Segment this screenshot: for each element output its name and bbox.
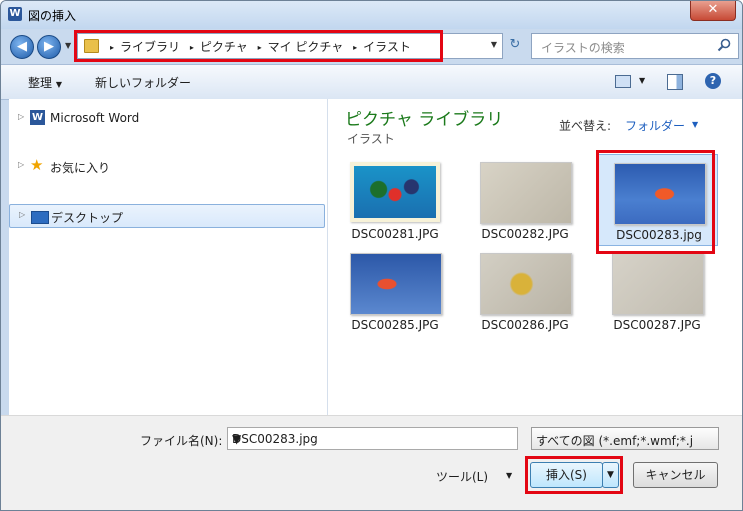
- file-name: DSC00281.JPG: [351, 227, 439, 241]
- thumbnail-highlight-frame: [596, 150, 715, 254]
- address-history-dropdown-icon[interactable]: ▼: [491, 40, 497, 49]
- arrange-by-label: 並べ替え:: [559, 119, 612, 133]
- chevron-down-icon: ▼: [55, 80, 62, 89]
- nav-item-favorites[interactable]: ▷ ★ お気に入り: [9, 155, 325, 179]
- star-icon: ★: [30, 156, 44, 174]
- word-app-icon: W: [8, 7, 22, 21]
- help-icon[interactable]: ?: [705, 73, 721, 89]
- thumbnail-image: [480, 162, 572, 224]
- title-bar: W 図の挿入 ✕: [1, 1, 742, 29]
- change-view-icon[interactable]: [615, 75, 631, 88]
- file-thumbnail[interactable]: DSC00286.JPG: [465, 245, 585, 337]
- nav-item-desktop[interactable]: ▷ デスクトップ: [9, 204, 325, 228]
- command-toolbar: 整理 ▼ 新しいフォルダー ▼ ?: [1, 64, 742, 100]
- file-type-value: すべての図 (*.emf;*.wmf;*.j: [536, 434, 694, 448]
- desktop-icon: [31, 211, 49, 224]
- file-thumbnail[interactable]: DSC00282.JPG: [465, 154, 585, 246]
- search-placeholder: イラストの検索: [541, 41, 625, 55]
- filename-label: ファイル名(N):: [140, 434, 223, 448]
- window-title: 図の挿入: [28, 9, 77, 23]
- file-thumbnail[interactable]: DSC00287.JPG: [597, 245, 717, 337]
- file-type-select[interactable]: すべての図 (*.emf;*.wmf;*.j: [531, 427, 719, 450]
- search-input[interactable]: イラストの検索: [531, 33, 739, 59]
- chevron-down-icon[interactable]: ▼: [506, 471, 512, 480]
- preview-pane-icon[interactable]: [667, 74, 683, 90]
- thumbnail-image: [350, 253, 442, 315]
- file-name: DSC00282.JPG: [481, 227, 569, 241]
- file-list-pane: ピクチャ ライブラリ イラスト 並べ替え: フォルダー ▼ DSC00281.J…: [328, 99, 742, 415]
- insert-picture-dialog: W 図の挿入 ✕ ◀ ▶ ▼ ▸ ライブラリ ▸ ピクチャ ▸ マイ ピクチャ ▸ イラ…: [0, 0, 743, 511]
- arrange-by-dropdown[interactable]: フォルダー: [625, 117, 685, 134]
- file-name: DSC00286.JPG: [481, 318, 569, 332]
- forward-button[interactable]: ▶: [37, 35, 61, 59]
- address-highlight-frame: [74, 30, 443, 62]
- new-folder-button[interactable]: 新しいフォルダー: [95, 74, 191, 91]
- word-icon: W: [30, 110, 45, 125]
- thumbnail-image: [612, 253, 704, 315]
- library-title: ピクチャ ライブラリ: [345, 110, 504, 130]
- close-button[interactable]: ✕: [690, 1, 736, 21]
- organize-label: 整理: [28, 76, 53, 90]
- chevron-down-icon[interactable]: ▼: [692, 120, 698, 129]
- navigation-pane: ▷ W Microsoft Word ▷ ★ お気に入り ▷ デスクトップ: [9, 99, 328, 415]
- expand-icon[interactable]: ▷: [19, 210, 25, 219]
- nav-item-label: お気に入り: [50, 161, 111, 175]
- file-thumbnail[interactable]: DSC00281.JPG: [335, 154, 455, 246]
- filename-field[interactable]: DSC00283.jpg ▼: [227, 427, 518, 450]
- search-icon[interactable]: [717, 38, 731, 52]
- recent-pages-dropdown-icon[interactable]: ▼: [65, 41, 71, 50]
- expand-icon[interactable]: ▷: [18, 160, 24, 169]
- cancel-button[interactable]: キャンセル: [633, 462, 718, 488]
- expand-icon[interactable]: ▷: [18, 112, 24, 121]
- view-options-dropdown-icon[interactable]: ▼: [639, 76, 645, 85]
- file-name: DSC00285.JPG: [351, 318, 439, 332]
- file-thumbnail[interactable]: DSC00285.JPG: [335, 245, 455, 337]
- thumbnail-image: [480, 253, 572, 315]
- file-name: DSC00287.JPG: [613, 318, 701, 332]
- library-subtitle: イラスト: [347, 132, 395, 146]
- insert-highlight-frame: [525, 456, 623, 494]
- thumbnail-image: [350, 162, 440, 222]
- organize-button[interactable]: 整理 ▼: [28, 74, 62, 91]
- nav-item-label: デスクトップ: [51, 211, 124, 225]
- back-button[interactable]: ◀: [10, 35, 34, 59]
- refresh-button[interactable]: ↻: [504, 33, 526, 57]
- dialog-footer: ファイル名(N): DSC00283.jpg ▼ すべての図 (*.emf;*.…: [1, 415, 742, 510]
- nav-item-microsoft-word[interactable]: ▷ W Microsoft Word: [9, 107, 325, 131]
- tools-button[interactable]: ツール(L): [436, 468, 488, 485]
- nav-item-label: Microsoft Word: [50, 111, 140, 125]
- chevron-down-icon[interactable]: ▼: [232, 432, 513, 446]
